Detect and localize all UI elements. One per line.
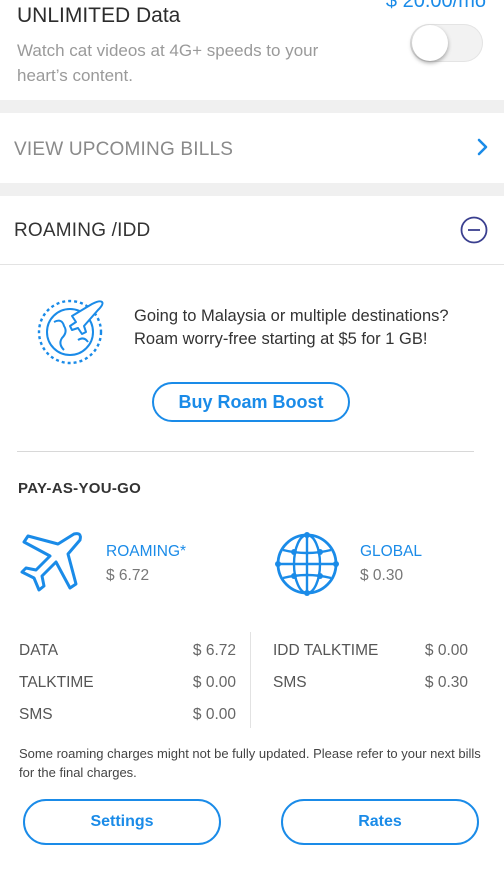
toggle-knob — [412, 25, 448, 61]
plan-description: Watch cat videos at 4G+ speeds to your h… — [17, 41, 319, 85]
plan-toggle-switch[interactable] — [410, 24, 483, 62]
breakdown-value: $ 6.72 — [192, 642, 236, 659]
breakdown-value: $ 0.30 — [424, 674, 468, 691]
roaming-amount: $ 6.72 — [106, 567, 150, 584]
pay-as-you-go-title: PAY-AS-YOU-GO — [18, 480, 142, 497]
global-amount: $ 0.30 — [360, 567, 404, 584]
breakdown-label: SMS — [19, 706, 53, 723]
view-upcoming-bills-label: VIEW UPCOMING BILLS — [14, 139, 234, 160]
global-type-label: GLOBAL — [360, 543, 423, 560]
globe-plane-icon — [34, 292, 108, 373]
promo-line-1: Going to Malaysia or multiple destinatio… — [134, 307, 449, 325]
plan-title: UNLIMITED Data — [17, 4, 181, 27]
collapse-minus-icon[interactable] — [460, 216, 488, 249]
promo-line-2: Roam worry-free starting at $5 for 1 GB! — [134, 330, 428, 348]
section-separator — [0, 100, 504, 113]
roaming-type-label: ROAMING* — [106, 543, 187, 560]
plan-price: $ 20.00/mo — [385, 0, 486, 12]
roaming-charges-note: Some roaming charges might not be fully … — [19, 746, 481, 780]
breakdown-value: $ 0.00 — [192, 674, 236, 691]
roaming-idd-label: ROAMING /IDD — [14, 220, 151, 241]
breakdown-value: $ 0.00 — [192, 706, 236, 723]
breakdown-label: SMS — [273, 674, 307, 691]
breakdown-label: IDD TALKTIME — [273, 642, 379, 659]
breakdown-value: $ 0.00 — [424, 642, 468, 659]
chevron-right-icon — [476, 136, 490, 163]
divider — [0, 264, 504, 265]
section-separator — [0, 183, 504, 196]
column-divider — [250, 632, 251, 728]
breakdown-label: TALKTIME — [19, 674, 94, 691]
roam-promo-text: Going to Malaysia or multiple destinatio… — [134, 305, 449, 351]
settings-button[interactable]: Settings — [23, 799, 221, 845]
airplane-icon — [18, 528, 86, 601]
globe-icon — [273, 530, 341, 603]
rates-button[interactable]: Rates — [281, 799, 479, 845]
buy-roam-boost-button[interactable]: Buy Roam Boost — [152, 382, 350, 422]
divider — [17, 451, 474, 452]
breakdown-label: DATA — [19, 642, 59, 659]
